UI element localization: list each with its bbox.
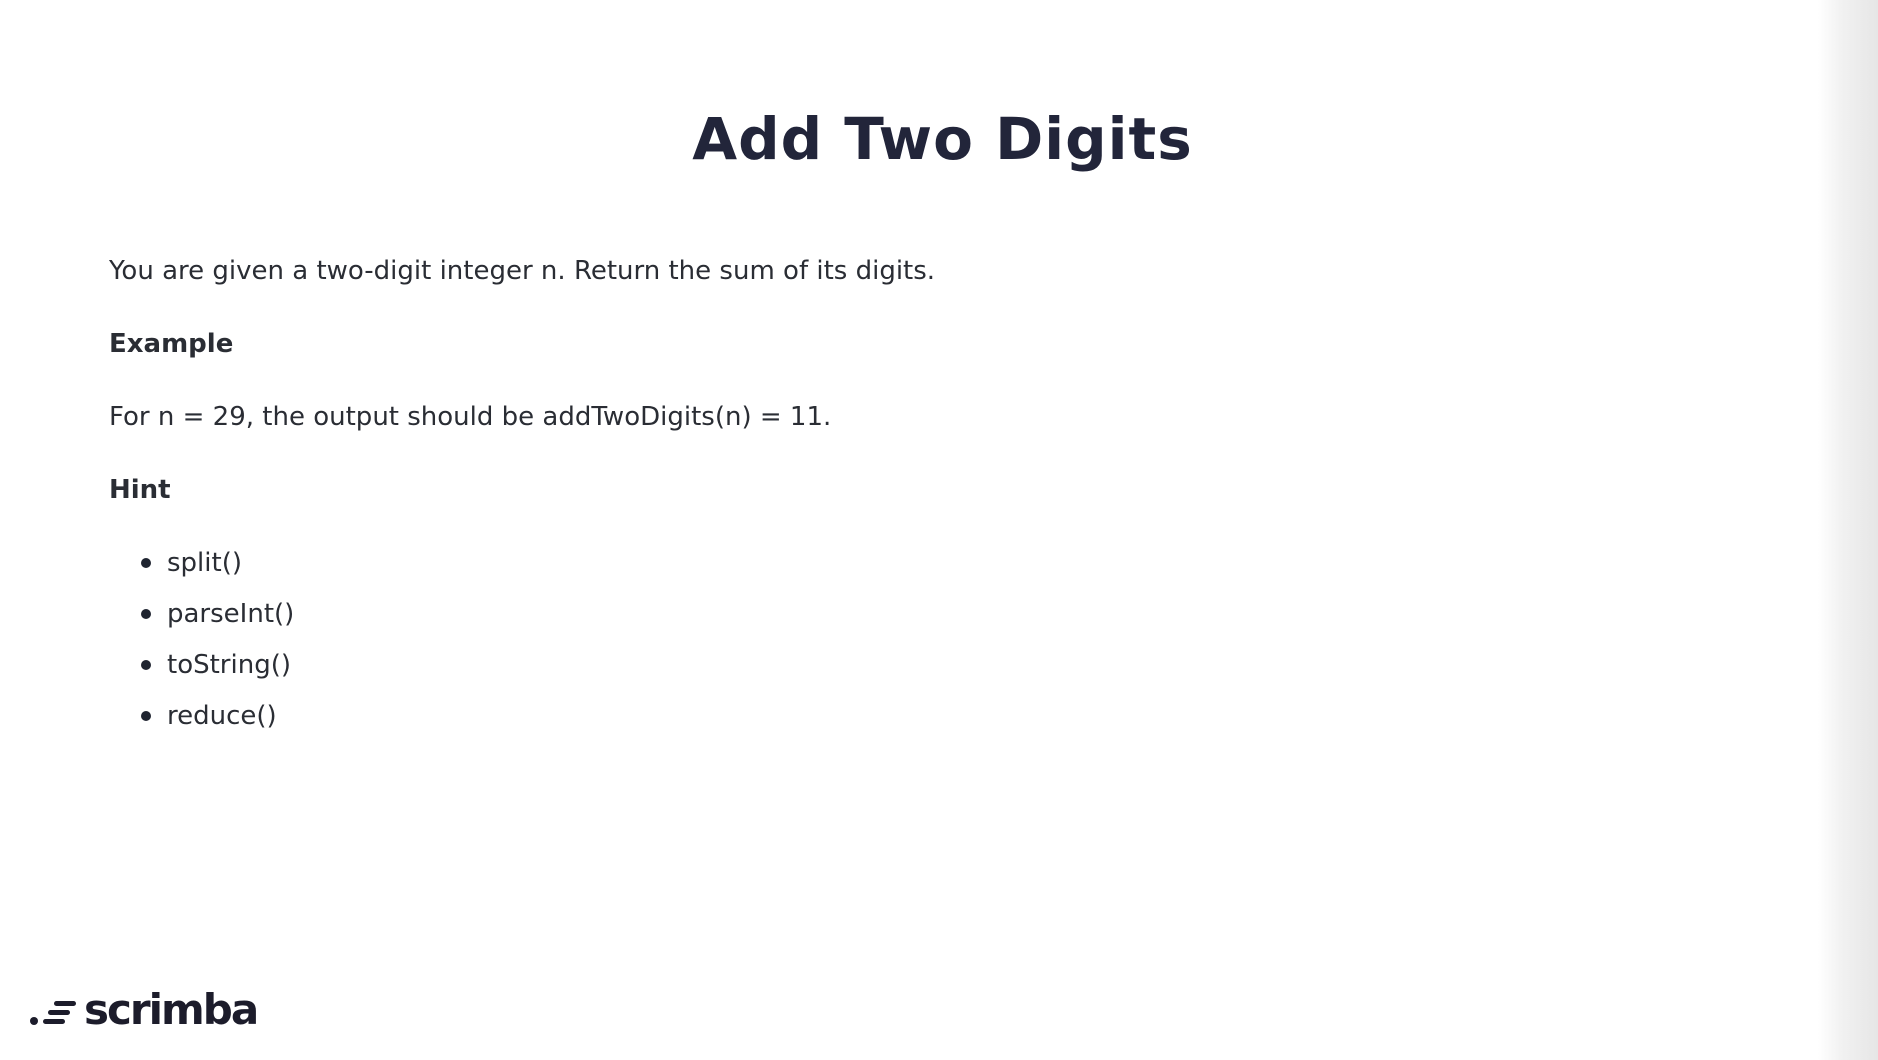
hint-item-label: reduce() — [167, 701, 277, 731]
bullet-icon — [141, 558, 151, 568]
challenge-description: You are given a two-digit integer n. Ret… — [109, 256, 936, 286]
logo-text: scrimba — [84, 985, 259, 1034]
example-heading: Example — [109, 329, 234, 359]
bullet-icon — [141, 660, 151, 670]
scrimba-logo-icon — [30, 993, 78, 1027]
challenge-content: You are given a two-digit integer n. Ret… — [109, 252, 1609, 748]
hint-item-label: toString() — [167, 650, 291, 680]
list-item: split() — [109, 544, 1609, 582]
bullet-icon — [141, 609, 151, 619]
right-edge-shadow — [1818, 0, 1878, 1060]
list-item: reduce() — [109, 697, 1609, 735]
scrimba-logo: scrimba — [30, 985, 259, 1034]
hint-item-label: parseInt() — [167, 599, 295, 629]
example-text: For n = 29, the output should be addTwoD… — [109, 402, 832, 432]
hint-list: split() parseInt() toString() reduce() — [109, 544, 1609, 735]
hint-item-label: split() — [167, 548, 242, 578]
bullet-icon — [141, 711, 151, 721]
list-item: toString() — [109, 646, 1609, 684]
slide-canvas: Add Two Digits You are given a two-digit… — [0, 0, 1830, 1060]
page-title: Add Two Digits — [692, 105, 1193, 173]
list-item: parseInt() — [109, 595, 1609, 633]
hint-heading: Hint — [109, 475, 171, 505]
